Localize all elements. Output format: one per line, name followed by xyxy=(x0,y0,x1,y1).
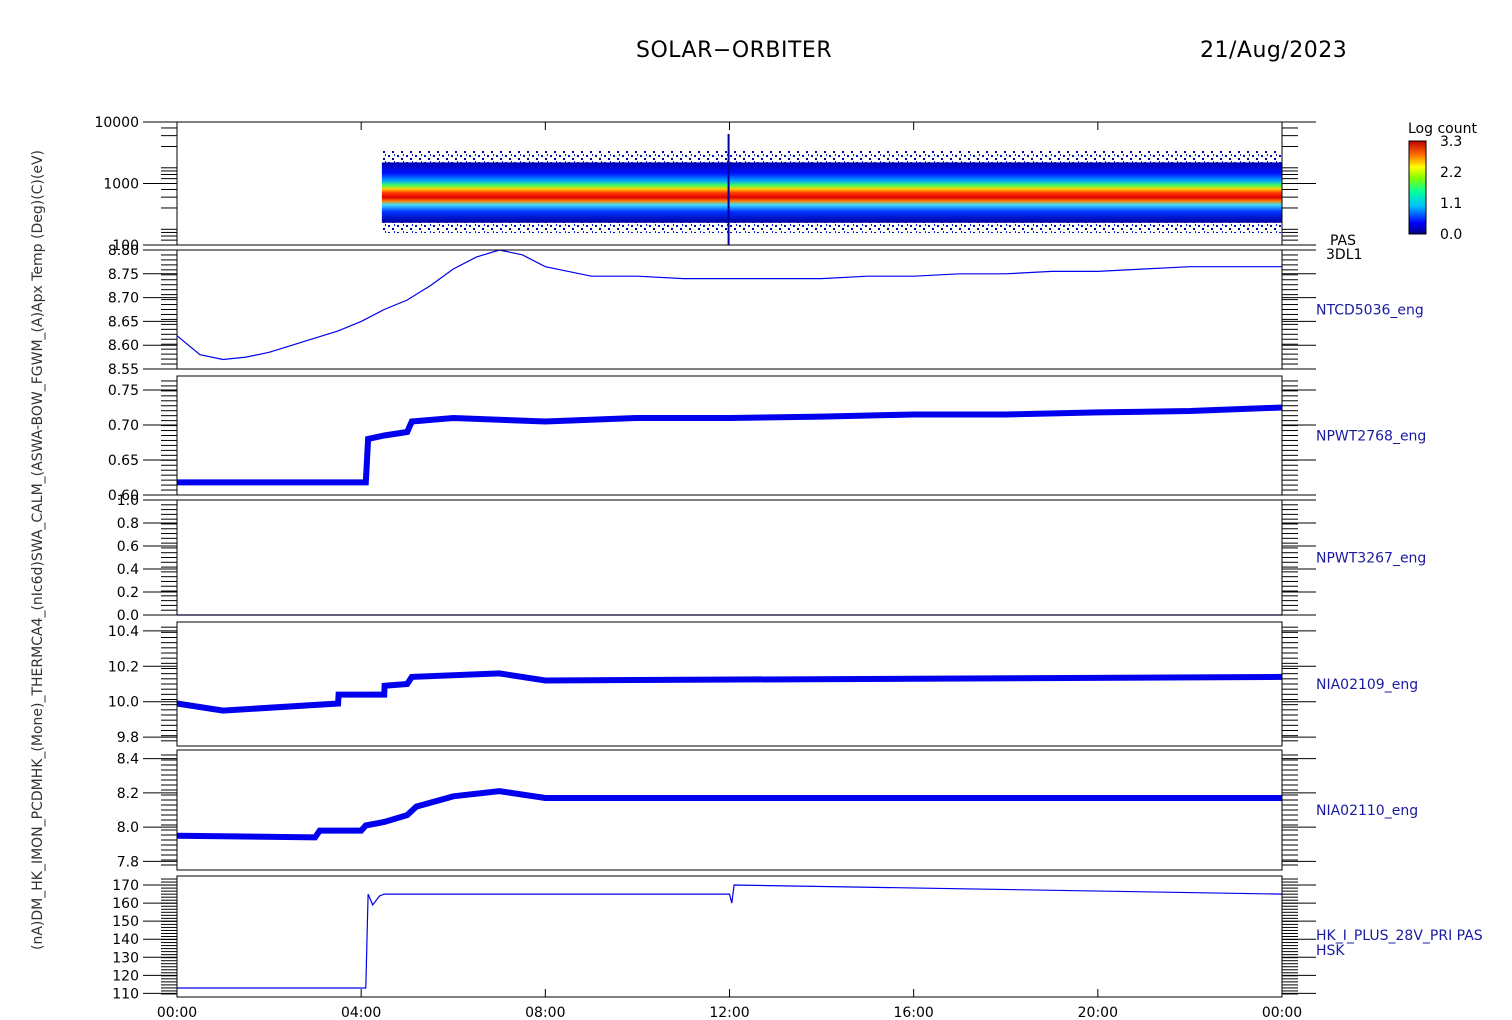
ytick-label: 120 xyxy=(112,968,139,984)
colorbar xyxy=(1408,140,1427,235)
ytick-label: 130 xyxy=(112,950,139,966)
series-line-4 xyxy=(176,670,1283,714)
panel-frame-3 xyxy=(176,499,1283,616)
panel-label: NPWT3267_eng xyxy=(1316,551,1426,567)
xtick-label: 16:00 xyxy=(893,1005,933,1020)
colorbar-tick: 0.0 xyxy=(1440,227,1462,243)
ytick-label: 160 xyxy=(112,896,139,912)
panel-label: NIA02109_eng xyxy=(1316,677,1418,693)
xtick-label: 12:00 xyxy=(709,1005,749,1020)
colorbar-tick: 2.2 xyxy=(1440,165,1462,181)
ytick-label: 110 xyxy=(112,986,139,1002)
series-line-6 xyxy=(177,884,1283,989)
series-line-1 xyxy=(176,249,1282,361)
ytick-label: 0.8 xyxy=(117,516,139,532)
ytick-label: 10000 xyxy=(94,115,139,131)
ytick-label: 0.75 xyxy=(108,383,139,399)
xtick-label: 00:00 xyxy=(1262,1005,1302,1020)
ytick-label: 1.0 xyxy=(117,493,139,509)
ytick-label: 1000 xyxy=(103,177,139,193)
ytick-label: 8.75 xyxy=(108,267,139,283)
colorbar-tick: 3.3 xyxy=(1440,134,1462,150)
ytick-label: 0.2 xyxy=(117,585,139,601)
ytick-label: 0.4 xyxy=(117,562,139,578)
ytick-label: 0.0 xyxy=(117,608,139,624)
colorbar-tick: 1.1 xyxy=(1440,196,1462,212)
xtick-label: 04:00 xyxy=(341,1005,381,1020)
panel-label: NPWT2768_eng xyxy=(1316,429,1426,445)
ytick-label: 0.70 xyxy=(108,418,139,434)
panel-frame-5 xyxy=(176,749,1283,871)
ytick-label: 10.4 xyxy=(108,624,139,640)
panel-frame-4 xyxy=(176,621,1283,747)
panel-frame-1 xyxy=(176,249,1283,370)
panel-label: HK_I_PLUS_28V_PRI PAS xyxy=(1316,928,1483,944)
ytick-label: 7.8 xyxy=(117,854,139,870)
panel-label: NIA02110_eng xyxy=(1316,803,1418,819)
panel-label-3dl1: 3DL1 xyxy=(1326,247,1362,263)
xtick-label: 08:00 xyxy=(525,1005,565,1020)
ytick-label: 140 xyxy=(112,932,139,948)
panel-frame-2 xyxy=(176,375,1283,496)
ytick-label: 0.6 xyxy=(117,539,139,555)
ytick-label: 8.70 xyxy=(108,291,139,307)
panel-label: HSK xyxy=(1316,943,1345,959)
xtick-label: 20:00 xyxy=(1078,1005,1118,1020)
ytick-label: 8.4 xyxy=(117,752,139,768)
panel-label: NTCD5036_eng xyxy=(1316,303,1424,319)
ytick-label: 170 xyxy=(112,878,139,894)
y-axis-label: (nA)DM_HK_IMON_PCDMHK_(Mone)_THERMCA4_(n… xyxy=(30,150,46,950)
ytick-label: 10.0 xyxy=(108,695,139,711)
spectrogram-band xyxy=(381,162,1283,223)
ytick-label: 8.2 xyxy=(117,786,139,802)
ytick-label: 8.80 xyxy=(108,243,139,259)
stacked-plot: 100001000100 PAS3DL18.808.758.708.658.608… xyxy=(30,115,1483,1020)
ytick-label: 8.0 xyxy=(117,820,139,836)
series-line-2 xyxy=(177,404,1283,486)
xtick-label: 00:00 xyxy=(157,1005,197,1020)
ytick-label: 0.65 xyxy=(108,453,139,469)
ytick-label: 8.60 xyxy=(108,338,139,354)
ytick-label: 10.2 xyxy=(108,659,139,675)
ytick-label: 150 xyxy=(112,914,139,930)
series-line-5 xyxy=(176,788,1282,841)
ytick-label: 8.55 xyxy=(108,362,139,378)
ytick-label: 9.8 xyxy=(117,730,139,746)
ytick-label: 8.65 xyxy=(108,314,139,330)
